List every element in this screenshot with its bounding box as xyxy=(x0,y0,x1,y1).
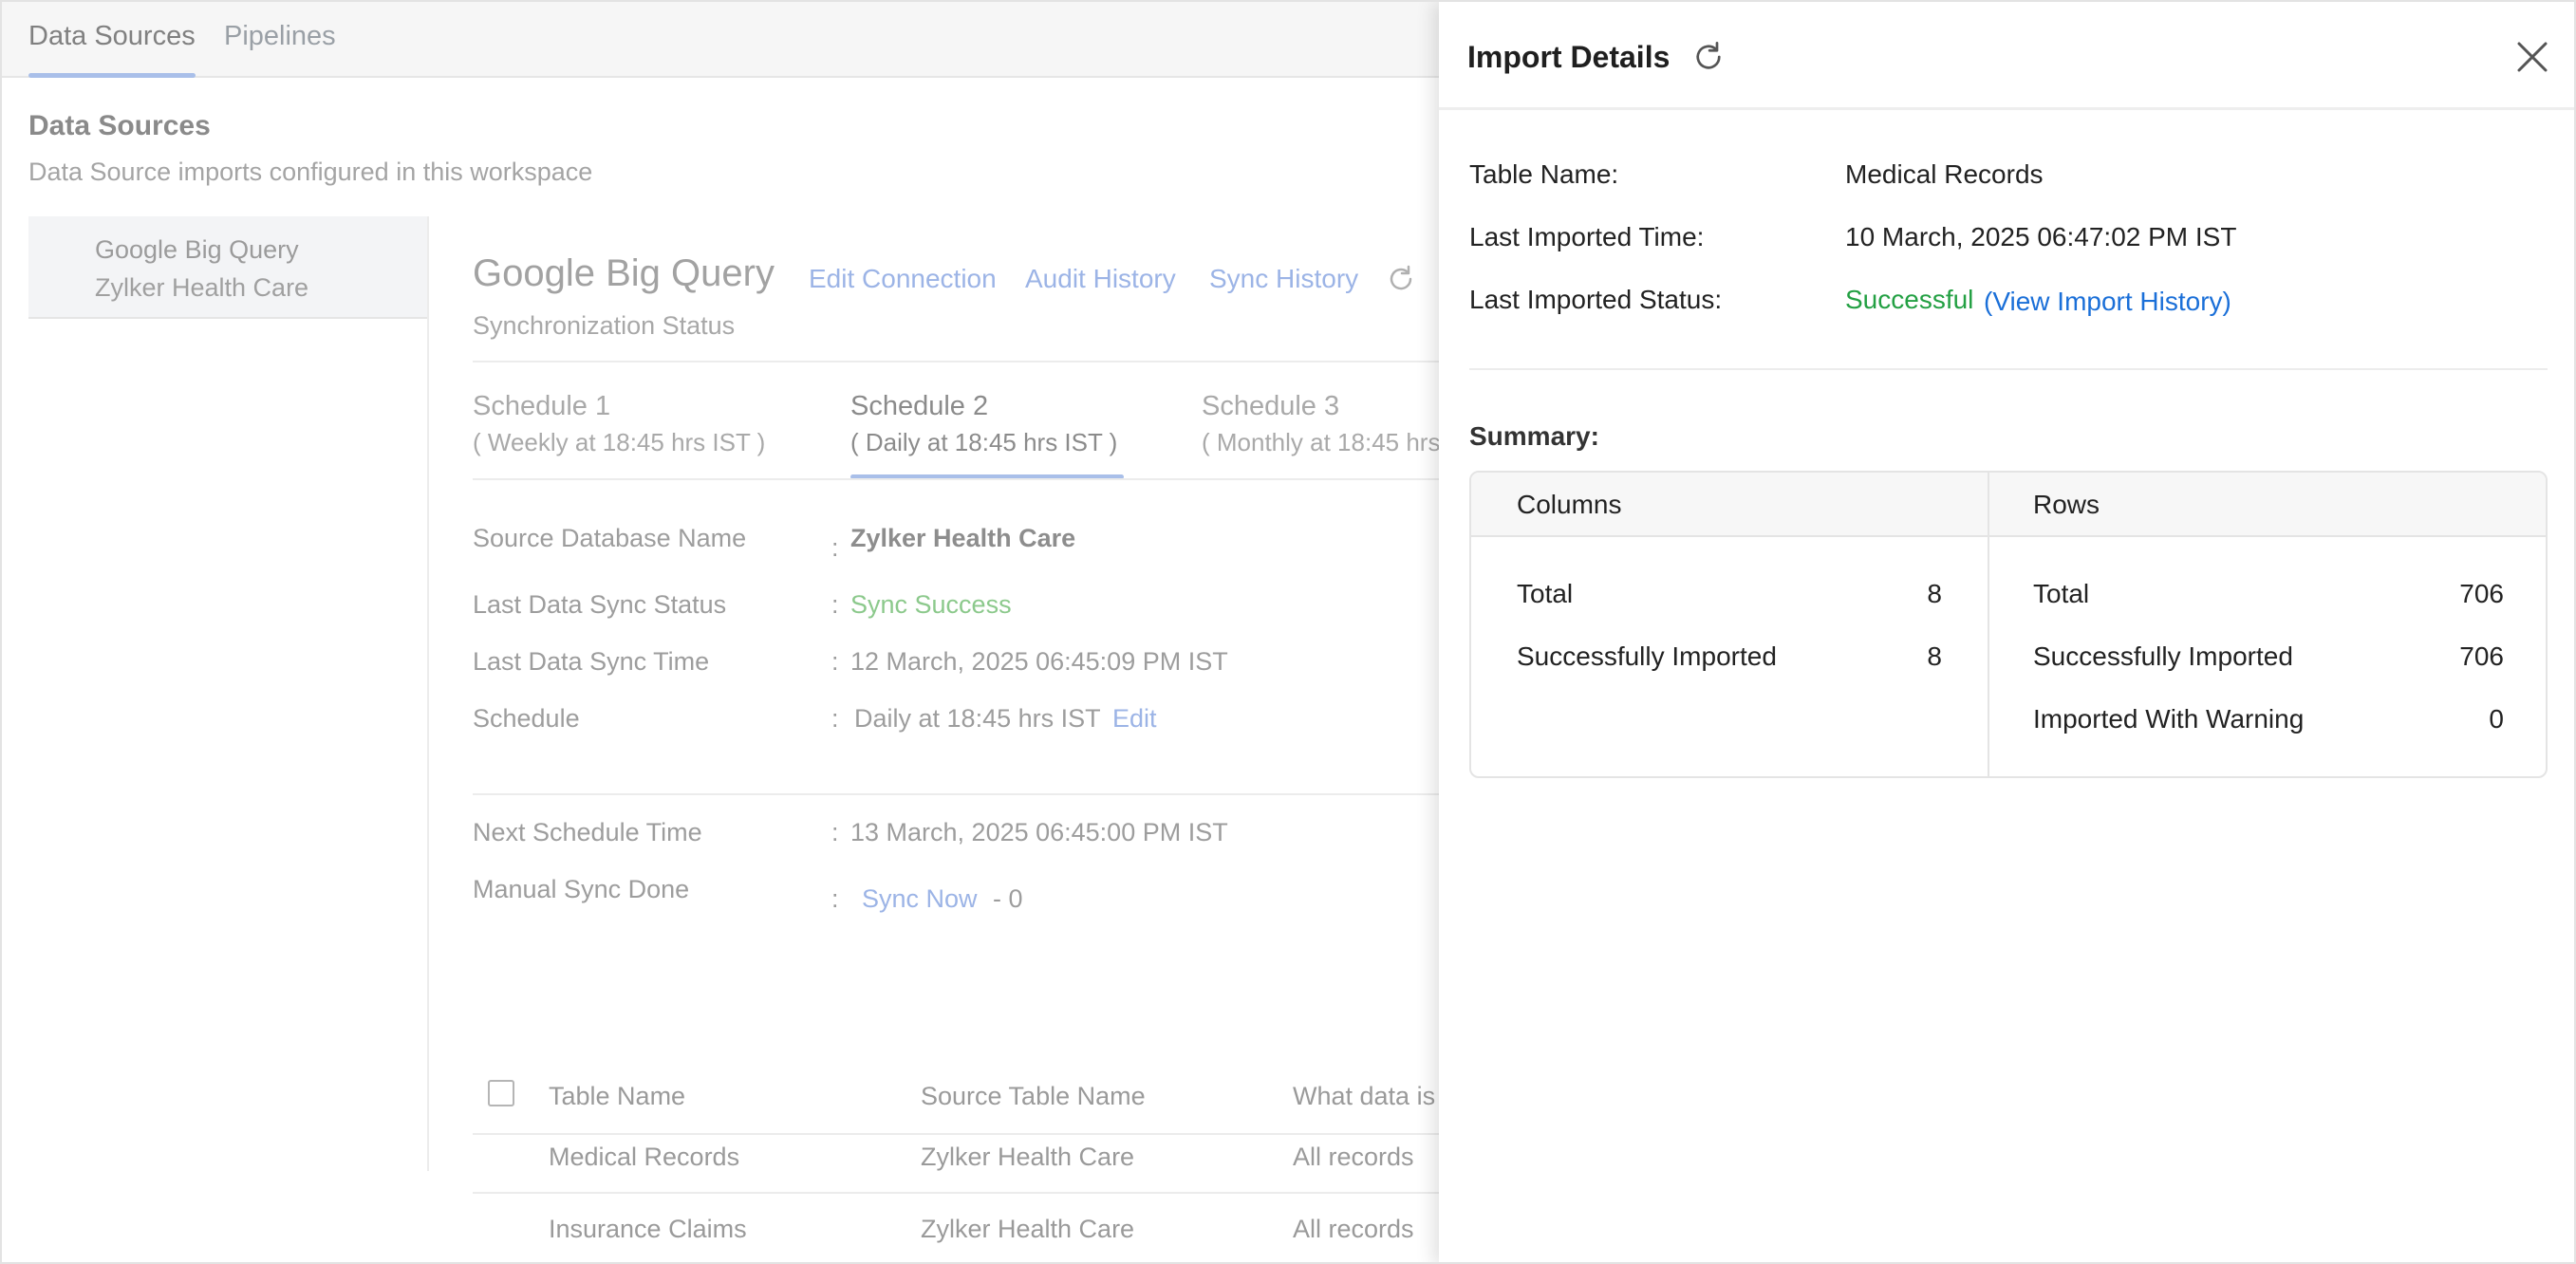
top-tab-bar: Data Sources Pipelines xyxy=(2,2,1445,78)
refresh-icon[interactable] xyxy=(1691,40,1726,74)
columns-success-value: 8 xyxy=(1927,641,1942,671)
schedule-label: Schedule xyxy=(473,704,580,733)
table-cell: All records xyxy=(1293,1143,1414,1171)
last-sync-status-value: Sync Success xyxy=(850,590,1012,619)
schedule-tab-3[interactable]: Schedule 3 ( Monthly at 18:45 hrs xyxy=(1202,391,1440,457)
table-cell[interactable]: Insurance Claims xyxy=(549,1215,747,1244)
sync-now-link[interactable]: Sync Now xyxy=(862,884,978,914)
divider xyxy=(473,361,1445,362)
source-db-value: Zylker Health Care xyxy=(850,524,1076,552)
refresh-icon[interactable] xyxy=(1386,264,1416,294)
last-imported-status-label: Last Imported Status: xyxy=(1469,285,1723,314)
next-schedule-label: Next Schedule Time xyxy=(473,818,702,846)
datasource-title: Google Big Query xyxy=(473,252,775,294)
schedule-tab-detail: ( Monthly at 18:45 hrs xyxy=(1202,428,1441,456)
schedule-value: Daily at 18:45 hrs IST xyxy=(854,704,1101,733)
colon: : xyxy=(831,647,839,676)
schedule-edit-link[interactable]: Edit xyxy=(1112,704,1157,734)
rows-total-value: 706 xyxy=(2459,579,2504,608)
divider xyxy=(473,478,1445,480)
schedule-tab-name: Schedule 3 xyxy=(1202,391,1340,421)
rows-success-label: Successfully Imported xyxy=(2033,641,2293,671)
table-name-label: Table Name: xyxy=(1469,159,1619,189)
colon: : xyxy=(831,818,839,846)
table-cell: Zylker Health Care xyxy=(921,1143,1135,1171)
next-schedule-value: 13 March, 2025 06:45:00 PM IST xyxy=(850,818,1228,846)
schedule-tab-2[interactable]: Schedule 2 ( Daily at 18:45 hrs IST ) xyxy=(850,391,1117,457)
summary-column-divider xyxy=(1988,473,1989,776)
table-cell: Zylker Health Care xyxy=(921,1215,1135,1243)
sidebar-item-google-big-query[interactable]: Google Big Query Zylker Health Care xyxy=(28,216,427,319)
column-header-what-data[interactable]: What data is xyxy=(1293,1082,1435,1111)
panel-title: Import Details xyxy=(1467,40,1671,74)
last-sync-status-label: Last Data Sync Status xyxy=(473,590,727,619)
last-sync-time-label: Last Data Sync Time xyxy=(473,647,710,676)
summary-box: Columns Rows Total 8 Successfully Import… xyxy=(1469,471,2548,778)
sync-history-link[interactable]: Sync History xyxy=(1209,264,1358,294)
schedule-tab-detail: ( Weekly at 18:45 hrs IST ) xyxy=(473,428,766,456)
schedule-tab-name: Schedule 1 xyxy=(473,391,611,421)
columns-success-label: Successfully Imported xyxy=(1517,641,1777,671)
import-details-panel: Import Details Table Name: Medical Recor… xyxy=(1439,2,2574,1262)
manual-sync-count: - 0 xyxy=(993,884,1023,913)
sync-status-subtitle: Synchronization Status xyxy=(473,311,736,340)
colon: : xyxy=(831,884,839,913)
rows-total-label: Total xyxy=(2033,579,2090,608)
last-sync-time-value: 12 March, 2025 06:45:09 PM IST xyxy=(850,647,1228,676)
edit-connection-link[interactable]: Edit Connection xyxy=(809,264,997,294)
page-title: Data Sources xyxy=(28,110,211,141)
app-window: Data Sources Pipelines Data Sources Data… xyxy=(0,0,2576,1264)
sidebar-item-subtitle: Zylker Health Care xyxy=(95,273,309,302)
audit-history-link[interactable]: Audit History xyxy=(1025,264,1176,294)
columns-total-value: 8 xyxy=(1927,579,1942,608)
manual-sync-label: Manual Sync Done xyxy=(473,875,690,903)
column-header-table-name[interactable]: Table Name xyxy=(549,1082,685,1111)
schedule-tab-name: Schedule 2 xyxy=(850,391,989,421)
summary-header-row xyxy=(1471,473,2546,537)
divider xyxy=(473,1192,1445,1194)
divider xyxy=(473,793,1445,795)
source-db-label: Source Database Name xyxy=(473,524,747,552)
last-imported-time-value: 10 March, 2025 06:47:02 PM IST xyxy=(1845,222,2237,251)
table-name-value: Medical Records xyxy=(1845,159,2044,189)
columns-total-label: Total xyxy=(1517,579,1574,608)
table-cell[interactable]: Medical Records xyxy=(549,1143,739,1172)
sidebar-item-title: Google Big Query xyxy=(95,235,299,264)
colon: : xyxy=(831,704,839,733)
divider xyxy=(473,1133,1445,1135)
tab-pipelines[interactable]: Pipelines xyxy=(224,21,336,78)
table-cell: All records xyxy=(1293,1215,1414,1243)
sidebar-divider xyxy=(427,216,429,1171)
page-subtitle: Data Source imports configured in this w… xyxy=(28,158,593,186)
schedule-tab-1[interactable]: Schedule 1 ( Weekly at 18:45 hrs IST ) xyxy=(473,391,765,457)
rows-success-value: 706 xyxy=(2459,641,2504,671)
close-icon[interactable] xyxy=(2513,38,2551,76)
column-header-source-table-name[interactable]: Source Table Name xyxy=(921,1082,1146,1111)
colon: : xyxy=(831,590,839,619)
rows-header: Rows xyxy=(2033,490,2100,519)
rows-warning-value: 0 xyxy=(2489,704,2504,734)
view-import-history-link[interactable]: (View Import History) xyxy=(1984,287,2231,317)
schedule-tab-detail: ( Daily at 18:45 hrs IST ) xyxy=(850,428,1118,456)
last-imported-status-value: Successful xyxy=(1845,285,1974,314)
colon: : xyxy=(831,533,839,562)
tab-data-sources[interactable]: Data Sources xyxy=(28,21,196,78)
summary-label: Summary: xyxy=(1469,421,1599,451)
columns-header: Columns xyxy=(1517,490,1622,519)
select-all-checkbox[interactable] xyxy=(488,1080,514,1106)
rows-warning-label: Imported With Warning xyxy=(2033,704,2305,734)
divider xyxy=(1469,368,2548,370)
last-imported-time-label: Last Imported Time: xyxy=(1469,222,1705,251)
panel-header: Import Details xyxy=(1439,2,2574,110)
